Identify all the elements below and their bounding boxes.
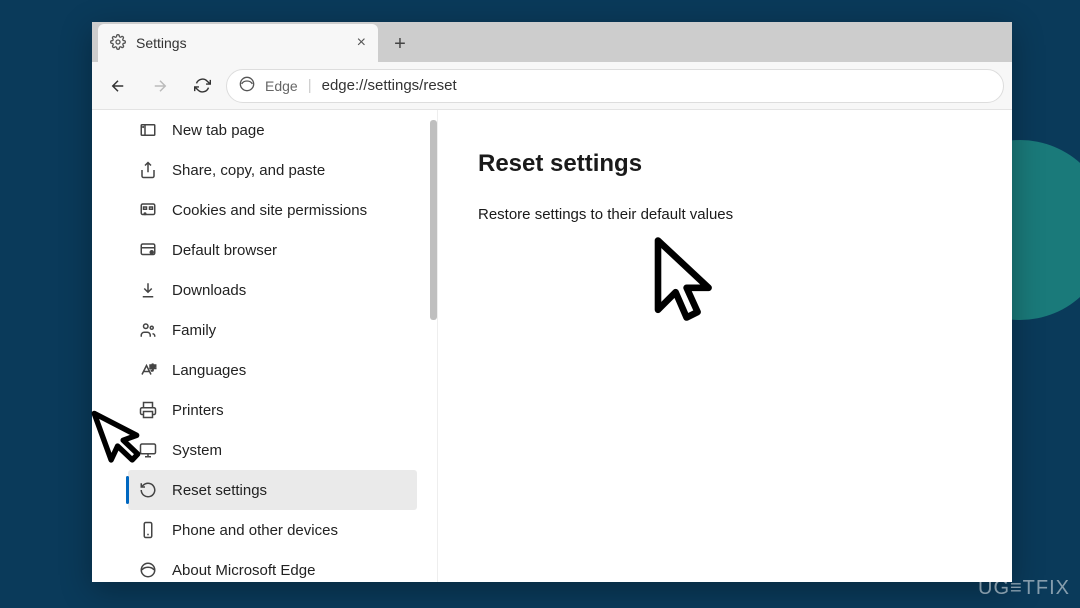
sidebar-item-system[interactable]: System bbox=[128, 430, 417, 470]
sidebar-item-label: System bbox=[172, 442, 222, 459]
sidebar-item-label: Family bbox=[172, 322, 216, 339]
languages-icon: 字 bbox=[138, 360, 158, 380]
tab-label: Settings bbox=[136, 35, 187, 51]
sidebar-item-about[interactable]: About Microsoft Edge bbox=[128, 550, 417, 582]
download-icon bbox=[138, 280, 158, 300]
address-divider: | bbox=[308, 77, 312, 94]
tab-bar: Settings × + bbox=[92, 22, 1012, 62]
sidebar-item-languages[interactable]: 字 Languages bbox=[128, 350, 417, 390]
reset-icon bbox=[138, 480, 158, 500]
gear-icon bbox=[110, 34, 126, 53]
toolbar: Edge | edge://settings/reset bbox=[92, 62, 1012, 110]
share-icon bbox=[138, 160, 158, 180]
default-browser-icon bbox=[138, 240, 158, 260]
content-area: New tab page Share, copy, and paste Cook… bbox=[92, 110, 1012, 582]
sidebar-item-cookies[interactable]: Cookies and site permissions bbox=[128, 190, 417, 230]
sidebar-item-label: Default browser bbox=[172, 242, 277, 259]
new-tab-icon bbox=[138, 120, 158, 140]
settings-sidebar: New tab page Share, copy, and paste Cook… bbox=[92, 110, 437, 582]
sidebar-item-share[interactable]: Share, copy, and paste bbox=[128, 150, 417, 190]
sidebar-item-phone[interactable]: Phone and other devices bbox=[128, 510, 417, 550]
system-icon bbox=[138, 440, 158, 460]
sidebar-item-printers[interactable]: Printers bbox=[128, 390, 417, 430]
sidebar-item-new-tab-page[interactable]: New tab page bbox=[128, 110, 417, 150]
close-icon[interactable]: × bbox=[357, 34, 366, 52]
watermark: UG≡TFIX bbox=[978, 577, 1070, 600]
browser-window: Settings × + Edge | edge://settings/rese… bbox=[92, 22, 1012, 582]
back-button[interactable] bbox=[100, 68, 136, 104]
edge-icon bbox=[138, 560, 158, 580]
family-icon bbox=[138, 320, 158, 340]
sidebar-item-label: Reset settings bbox=[172, 482, 267, 499]
sidebar-item-reset-settings[interactable]: Reset settings bbox=[128, 470, 417, 510]
tab-settings[interactable]: Settings × bbox=[98, 24, 378, 62]
scrollbar-thumb[interactable] bbox=[430, 120, 437, 320]
sidebar-item-label: Languages bbox=[172, 362, 246, 379]
address-prefix: Edge bbox=[265, 78, 298, 94]
page-title: Reset settings bbox=[478, 150, 972, 178]
cookies-icon bbox=[138, 200, 158, 220]
sidebar-item-label: New tab page bbox=[172, 122, 265, 139]
refresh-button[interactable] bbox=[184, 68, 220, 104]
sidebar-item-label: Share, copy, and paste bbox=[172, 162, 325, 179]
sidebar-item-label: Phone and other devices bbox=[172, 522, 338, 539]
new-tab-button[interactable]: + bbox=[384, 28, 416, 60]
address-url: edge://settings/reset bbox=[322, 77, 457, 94]
sidebar-item-label: About Microsoft Edge bbox=[172, 562, 315, 579]
sidebar-item-downloads[interactable]: Downloads bbox=[128, 270, 417, 310]
address-bar[interactable]: Edge | edge://settings/reset bbox=[226, 69, 1004, 103]
forward-button[interactable] bbox=[142, 68, 178, 104]
svg-text:字: 字 bbox=[150, 363, 157, 372]
edge-logo-icon bbox=[239, 76, 255, 96]
sidebar-item-label: Downloads bbox=[172, 282, 246, 299]
phone-icon bbox=[138, 520, 158, 540]
main-panel: Reset settings Restore settings to their… bbox=[437, 110, 1012, 582]
sidebar-item-family[interactable]: Family bbox=[128, 310, 417, 350]
restore-defaults-option[interactable]: Restore settings to their default values bbox=[478, 206, 972, 223]
sidebar-item-default-browser[interactable]: Default browser bbox=[128, 230, 417, 270]
sidebar-item-label: Printers bbox=[172, 402, 224, 419]
printer-icon bbox=[138, 400, 158, 420]
sidebar-item-label: Cookies and site permissions bbox=[172, 202, 367, 219]
